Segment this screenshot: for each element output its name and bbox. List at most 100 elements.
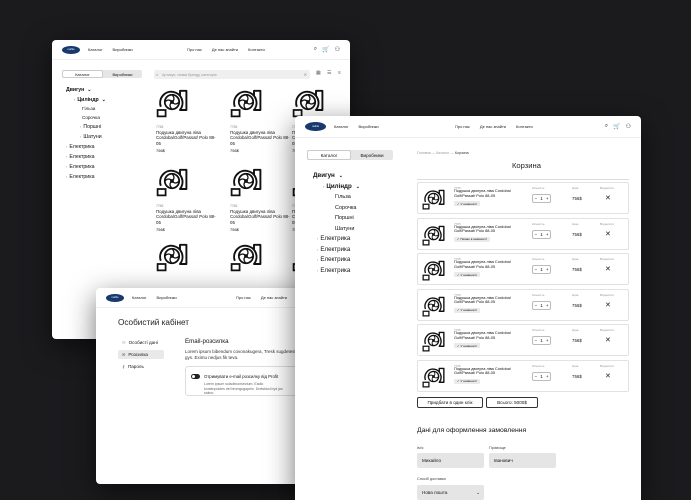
tree-item[interactable]: › Електрика (66, 162, 106, 172)
tree-item[interactable]: › Поршні (66, 122, 106, 132)
tree-item[interactable]: › Електрика (313, 266, 360, 277)
product-card[interactable]: 7765Подушка двигуна ліва Cordoba/Golf/Pa… (156, 165, 216, 232)
logo[interactable]: mahle (305, 122, 326, 131)
tree-item[interactable]: › Електрика (313, 234, 360, 245)
close-icon[interactable]: ✕ (304, 72, 307, 77)
buy-one-click-button[interactable]: Придбати в один клік (417, 397, 483, 408)
plus-button[interactable]: + (546, 267, 549, 272)
minus-button[interactable]: − (535, 232, 538, 237)
delete-icon[interactable]: ✕ (605, 372, 611, 380)
tree-item[interactable]: › Електрика (66, 152, 106, 162)
breadcrumb-catalog[interactable]: Каталог (436, 151, 449, 155)
cart-icon[interactable]: 🛒 (322, 46, 329, 53)
nav-catalog[interactable]: Каталог (132, 295, 147, 300)
search-input[interactable]: ⌕ Артикул, назва бренду, категорія ✕ (154, 70, 310, 79)
product-card[interactable]: 7765Подушка двигуна ліва Cordoba/Golf/Pa… (230, 86, 290, 153)
menu-newsletter[interactable]: ✉ Розсилка (118, 350, 164, 359)
filter-icon[interactable]: ≡ (338, 70, 341, 76)
tree-item[interactable]: Шатуни (313, 224, 360, 235)
minus-button[interactable]: − (535, 338, 538, 343)
user-icon[interactable]: ⚇ (626, 123, 631, 130)
tree-item[interactable]: › Електрика (313, 245, 360, 256)
tree-item[interactable]: › Циліндр ⌄ (313, 182, 360, 193)
plus-button[interactable]: + (546, 303, 549, 308)
tab-manufacturers[interactable]: Виробники (103, 70, 142, 78)
plus-button[interactable]: + (546, 196, 549, 201)
menu-password[interactable]: ⚷ Пароль (118, 362, 164, 371)
search-icon[interactable]: ⌕ (605, 123, 608, 130)
grid-view-icon[interactable]: ▦ (316, 70, 321, 76)
tree-item[interactable]: Двигун ⌄ (313, 171, 360, 182)
surname-field[interactable]: Іванович (489, 453, 556, 468)
tree-item[interactable]: › Циліндр ⌄ (66, 95, 106, 105)
product-name: Подушка двигуна ліва Cordoba/Golf/Passat… (230, 209, 290, 225)
search-icon[interactable]: ⌕ (314, 46, 317, 53)
cart-icon[interactable]: 🛒 (613, 123, 620, 130)
quantity-value[interactable]: 1 (540, 374, 543, 379)
delivery-select[interactable]: Нова пошта ⌄ (417, 485, 484, 500)
nav-contacts[interactable]: Контакти (516, 124, 533, 129)
logo[interactable]: mahle (106, 293, 124, 302)
quantity-value[interactable]: 1 (540, 338, 543, 343)
plus-button[interactable]: + (546, 232, 549, 237)
delete-icon[interactable]: ✕ (605, 194, 611, 202)
logo[interactable]: mahle (62, 45, 80, 54)
tab-manufacturers[interactable]: Виробники (351, 150, 393, 160)
product-name[interactable]: Подушка двигуна ліва Cordoba/ Golf/Passa… (454, 224, 518, 234)
nav-where-find[interactable]: Де нас знайти (212, 47, 238, 52)
quantity-value[interactable]: 1 (540, 196, 543, 201)
product-name[interactable]: Подушка двигуна ліва Cordoba/ Golf/Passa… (454, 295, 518, 305)
plus-button[interactable]: + (546, 374, 549, 379)
product-card[interactable]: 7765Подушка двигуна ліва Cordoba/Golf/Pa… (156, 86, 216, 153)
nav-about[interactable]: Про нас (236, 295, 251, 300)
nav-where-find[interactable]: Де нас знайти (480, 124, 506, 129)
delete-icon[interactable]: ✕ (605, 265, 611, 273)
list-view-icon[interactable]: ☰ (327, 70, 331, 76)
nav-catalog[interactable]: Каталог (88, 47, 103, 52)
nav-about[interactable]: Про нас (187, 47, 202, 52)
nav-where-find[interactable]: Де нас знайти (261, 295, 287, 300)
nav-manufacturers[interactable]: Виробники (359, 124, 379, 129)
user-icon[interactable]: ⚇ (335, 46, 340, 53)
product-card[interactable] (230, 240, 290, 277)
minus-button[interactable]: − (535, 196, 538, 201)
product-name[interactable]: Подушка двигуна ліва Cordoba/ Golf/Passa… (454, 188, 518, 198)
plus-button[interactable]: + (546, 338, 549, 343)
arrow-icon: › (317, 246, 319, 252)
product-card[interactable]: 7765Подушка двигуна ліва Cordoba/Golf/Pa… (230, 165, 290, 232)
product-name[interactable]: Подушка двигуна ліва Cordoba/ Golf/Passa… (454, 366, 518, 376)
nav-about[interactable]: Про нас (455, 124, 470, 129)
minus-button[interactable]: − (535, 267, 538, 272)
minus-button[interactable]: − (535, 303, 538, 308)
delete-icon[interactable]: ✕ (605, 336, 611, 344)
quantity-value[interactable]: 1 (540, 267, 543, 272)
tree-item[interactable]: Двигун ⌄ (66, 86, 106, 95)
quantity-value[interactable]: 1 (540, 232, 543, 237)
nav-catalog[interactable]: Каталог (334, 124, 349, 129)
nav-manufacturers[interactable]: Виробники (157, 295, 177, 300)
tree-item[interactable]: Гільза (313, 192, 360, 203)
tab-catalog[interactable]: Каталог (307, 150, 351, 160)
tree-item[interactable]: Сорочка (66, 114, 106, 123)
product-card[interactable] (156, 240, 216, 277)
minus-button[interactable]: − (535, 374, 538, 379)
tree-item[interactable]: › Електрика (66, 172, 106, 182)
tab-catalog[interactable]: Каталог (62, 70, 103, 78)
tree-item[interactable]: Гільза (66, 105, 106, 114)
name-field[interactable]: Михайло (417, 453, 484, 468)
newsletter-toggle[interactable] (191, 374, 200, 379)
tree-item[interactable]: Поршні (313, 213, 360, 224)
product-name[interactable]: Подушка двигуна ліва Cordoba/ Golf/Passa… (454, 330, 518, 340)
delete-icon[interactable]: ✕ (605, 301, 611, 309)
nav-manufacturers[interactable]: Виробники (113, 47, 133, 52)
tree-item[interactable]: › Електрика (66, 142, 106, 152)
nav-contacts[interactable]: Контакти (248, 47, 265, 52)
tree-item[interactable]: Сорочка (313, 203, 360, 214)
menu-personal-data[interactable]: ⚇ Особисті дані (118, 338, 164, 347)
breadcrumb-home[interactable]: Головна (417, 151, 431, 155)
quantity-value[interactable]: 1 (540, 303, 543, 308)
delete-icon[interactable]: ✕ (605, 230, 611, 238)
tree-item[interactable]: › Шатуни (66, 132, 106, 142)
tree-item[interactable]: › Електрика (313, 255, 360, 266)
product-name[interactable]: Подушка двигуна ліва Cordoba/ Golf/Passa… (454, 259, 518, 269)
